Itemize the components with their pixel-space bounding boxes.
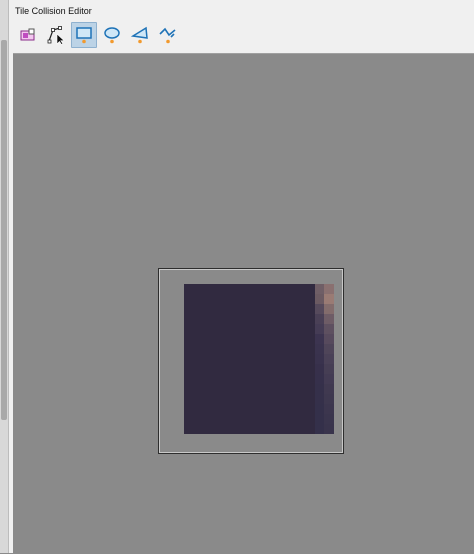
left-scrollbar-thumb[interactable] [1, 40, 7, 420]
tile-pixel [324, 304, 334, 314]
insert-ellipse-button[interactable] [99, 22, 125, 48]
ellipse-icon [102, 25, 122, 45]
rectangle-icon [74, 25, 94, 45]
tile-pixel [324, 404, 334, 414]
insert-rectangle-button[interactable] [71, 22, 97, 48]
tile-pixel [324, 414, 334, 424]
tile-pixel [315, 384, 324, 394]
tile-pixel [315, 364, 324, 374]
tile-pixel [315, 404, 324, 414]
insert-polyline-button[interactable] [155, 22, 181, 48]
tile-pixel [315, 314, 324, 324]
polygon-icon [130, 25, 150, 45]
tile-pixel [315, 304, 324, 314]
insert-polygon-button[interactable] [127, 22, 153, 48]
collision-properties-icon [19, 26, 37, 44]
tile-pixel [324, 284, 334, 294]
collision-properties-button[interactable] [15, 22, 41, 48]
polyline-icon [158, 25, 178, 45]
tile-pixel [324, 394, 334, 404]
tile-pixel [315, 344, 324, 354]
tile-pixel [315, 424, 324, 434]
edit-polygons-button[interactable] [43, 22, 69, 48]
tile-pixel [315, 294, 324, 304]
tile-pixel [324, 374, 334, 384]
tile-pixel [324, 354, 334, 364]
tile-pixel [324, 314, 334, 324]
select-edit-icon [46, 25, 66, 45]
tile-pixel [315, 414, 324, 424]
tile-pixel [315, 284, 324, 294]
tile-pixel [315, 374, 324, 384]
tile-pixel [315, 354, 324, 364]
tile-pixel [324, 324, 334, 334]
tile-pixel [324, 364, 334, 374]
panel-title: Tile Collision Editor [15, 6, 92, 16]
tile-pixel [324, 424, 334, 434]
tile-pixel [315, 324, 324, 334]
tile-pixel [324, 334, 334, 344]
tile-collision-editor-panel: Tile Collision Editor [0, 0, 474, 554]
tile-pixel [324, 384, 334, 394]
tile-pixel [324, 344, 334, 354]
tile-image[interactable] [184, 284, 334, 434]
tile-pixel [324, 294, 334, 304]
left-scrollbar[interactable] [0, 0, 9, 553]
collision-toolbar [15, 21, 181, 49]
tile-edge-pixels [315, 284, 334, 434]
tile-pixel [315, 394, 324, 404]
tile-pixel [315, 334, 324, 344]
